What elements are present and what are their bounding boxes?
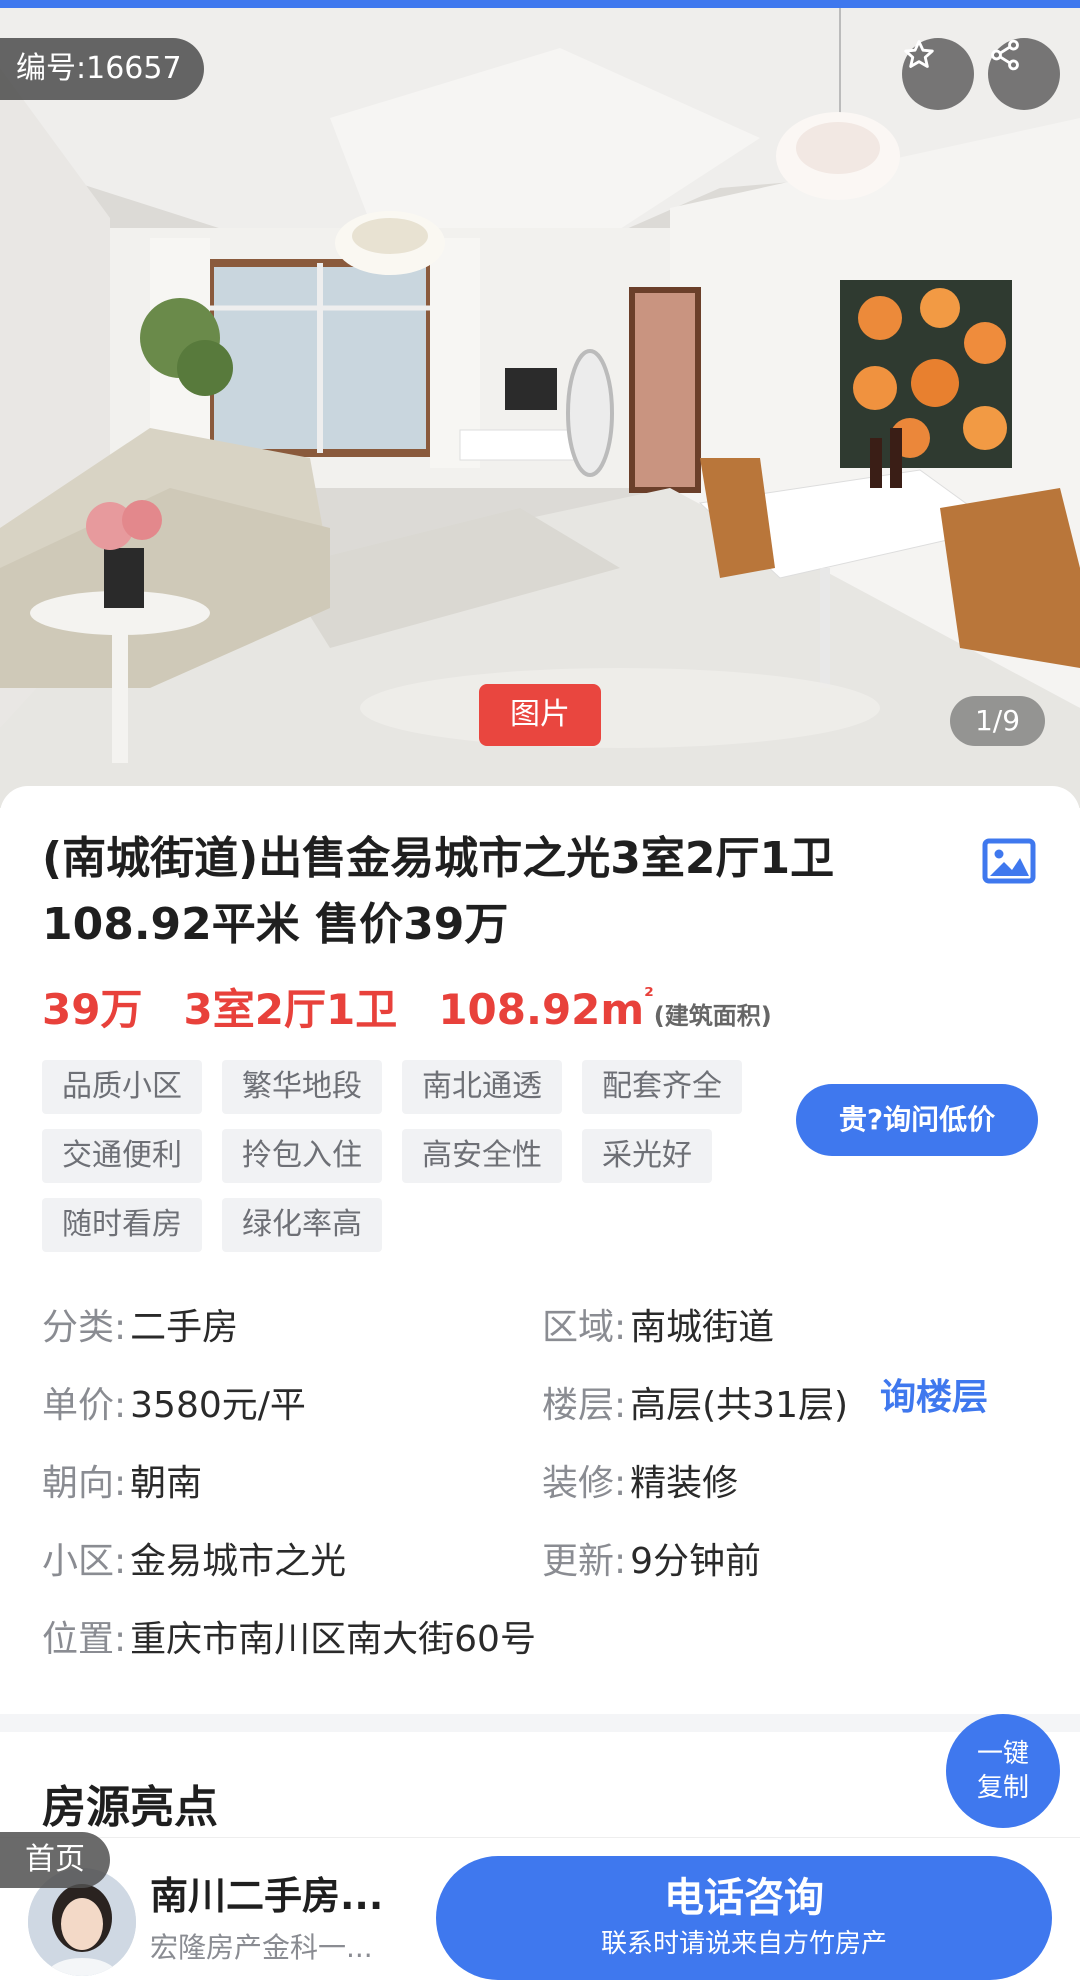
highlights-section-title: 房源亮点 [42, 1782, 218, 1833]
photo-tab-button[interactable]: 图片 [479, 684, 601, 746]
feature-tag: 繁华地段 [222, 1060, 382, 1114]
detail-region: 区域: 南城街道 [542, 1298, 774, 1358]
detail-value: 金易城市之光 [130, 1541, 347, 1582]
detail-floor: 楼层: 高层(共31层) [542, 1376, 848, 1436]
detail-value: 二手房 [130, 1307, 239, 1348]
price-value: 39万 [42, 985, 143, 1034]
detail-label: 朝向: [42, 1463, 127, 1504]
call-button-sublabel: 联系时请说来自方竹房产 [600, 1929, 887, 1959]
listing-photo[interactable]: 编号:16657 图片 1/9 [0, 8, 1080, 808]
copy-button-line2: 复制 [976, 1773, 1029, 1803]
listing-detail-card: (南城街道)出售金易城市之光3室2厅1卫108.92平米 售价39万 39万 3… [0, 786, 1080, 1926]
detail-value: 9分钟前 [630, 1541, 762, 1582]
feature-tag: 拎包入住 [222, 1129, 382, 1183]
detail-label: 小区: [42, 1541, 127, 1582]
feature-tag: 绿化率高 [222, 1198, 382, 1252]
ask-floor-link[interactable]: 询楼层 [880, 1368, 988, 1428]
feature-tag: 采光好 [582, 1129, 712, 1183]
call-button-label: 电话咨询 [664, 1875, 824, 1921]
area-note: (建筑面积) [653, 1002, 772, 1030]
detail-value: 重庆市南川区南大街60号 [130, 1619, 536, 1660]
favorite-button[interactable] [902, 38, 974, 110]
feature-tag: 高安全性 [402, 1129, 562, 1183]
listing-title: (南城街道)出售金易城市之光3室2厅1卫108.92平米 售价39万 [42, 833, 835, 950]
photo-counter: 1/9 [950, 696, 1045, 746]
share-button[interactable] [988, 38, 1060, 110]
detail-updated: 更新: 9分钟前 [542, 1532, 761, 1592]
detail-value: 南城街道 [630, 1307, 775, 1348]
detail-label: 楼层: [542, 1385, 627, 1426]
phone-consult-button[interactable]: 电话咨询 联系时请说来自方竹房产 [436, 1856, 1052, 1980]
listing-id-badge: 编号:16657 [0, 38, 204, 100]
detail-label: 区域: [542, 1307, 627, 1348]
detail-category: 分类: 二手房 [42, 1298, 238, 1358]
top-accent-bar [0, 0, 1080, 8]
detail-value: 精装修 [630, 1463, 739, 1504]
detail-decoration: 装修: 精装修 [542, 1454, 738, 1514]
detail-community: 小区: 金易城市之光 [42, 1532, 346, 1592]
detail-label: 分类: [42, 1307, 127, 1348]
feature-tag: 品质小区 [42, 1060, 202, 1114]
price-summary-row: 39万 3室2厅1卫 108.92m²(建筑面积) [42, 982, 772, 1038]
detail-location: 位置: 重庆市南川区南大街60号 [42, 1610, 536, 1670]
gallery-button[interactable] [982, 838, 1036, 888]
area-unit-superscript: ² [644, 984, 654, 1009]
feature-tag: 南北通透 [402, 1060, 562, 1114]
copy-button-line1: 一键 [976, 1739, 1029, 1769]
detail-unit-price: 单价: 3580元/平 [42, 1376, 306, 1436]
home-tab-button[interactable]: 首页 [0, 1832, 110, 1888]
share-icon [991, 39, 1019, 71]
detail-label: 单价: [42, 1385, 127, 1426]
one-click-copy-button[interactable]: 一键 复制 [946, 1714, 1060, 1828]
room-layout-value: 3室2厅1卫 [183, 985, 398, 1034]
detail-value: 朝南 [130, 1463, 203, 1504]
detail-orientation: 朝向: 朝南 [42, 1454, 202, 1514]
area-value: 108.92m [438, 985, 645, 1034]
star-icon [904, 40, 934, 68]
detail-label: 位置: [42, 1619, 127, 1660]
feature-tag: 配套齐全 [582, 1060, 742, 1114]
feature-tag: 随时看房 [42, 1198, 202, 1252]
bottom-contact-bar: 首页 南川二手房... 宏隆房产金科一... 电话咨询 联系时请说来自方竹房产 [0, 1832, 1080, 1988]
feature-tag: 交通便利 [42, 1129, 202, 1183]
section-divider [0, 1714, 1080, 1732]
ask-lower-price-button[interactable]: 贵?询问低价 [796, 1084, 1038, 1156]
detail-value: 3580元/平 [130, 1385, 306, 1426]
detail-label: 装修: [542, 1463, 627, 1504]
detail-label: 更新: [542, 1541, 627, 1582]
detail-value: 高层(共31层) [630, 1385, 849, 1426]
image-icon [982, 838, 1036, 884]
agent-name[interactable]: 南川二手房... [150, 1870, 383, 1922]
agent-company: 宏隆房产金科一... [150, 1931, 373, 1964]
